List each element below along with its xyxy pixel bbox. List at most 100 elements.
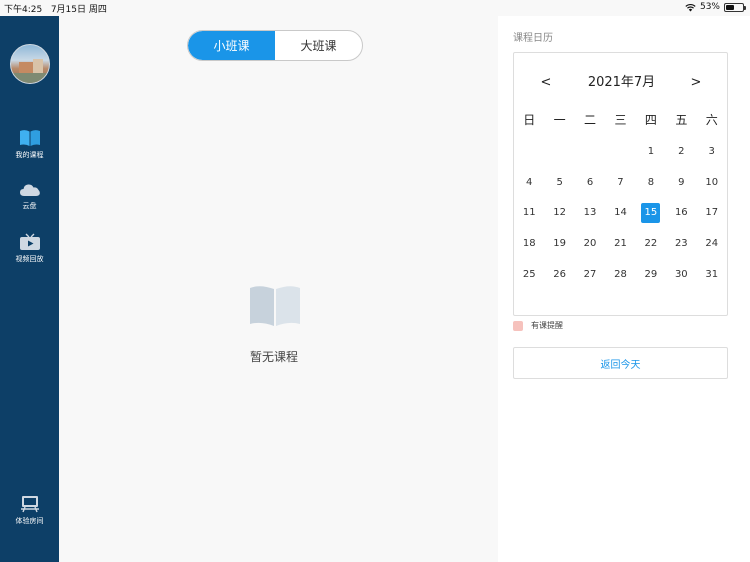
calendar-day[interactable]: 31: [697, 265, 727, 285]
calendar-day-label: 14: [614, 207, 627, 219]
status-time: 下午4:25: [4, 5, 43, 15]
calendar-day-label: 24: [705, 238, 719, 250]
calendar-day[interactable]: 6: [575, 173, 605, 193]
calendar-day[interactable]: 22: [636, 234, 666, 254]
calendar-legend: 有课提醒: [513, 320, 563, 331]
sidebar-item-label: 云盘: [22, 202, 37, 210]
calendar-day[interactable]: 30: [666, 265, 696, 285]
sidebar-item-trial-room[interactable]: 体验房间: [0, 495, 59, 526]
status-bar: 下午4:25 7月15日 周四 53%: [0, 0, 750, 16]
calendar-day-label: 16: [674, 207, 688, 219]
calendar-day[interactable]: 21: [605, 234, 635, 254]
calendar-day-label: 7: [617, 176, 624, 188]
status-date: 7月15日 周四: [50, 5, 107, 15]
weekday-label: 日: [523, 113, 536, 127]
calendar-day-label: 2: [678, 146, 685, 158]
calendar-day-label: 15: [641, 203, 661, 224]
calendar-month-label: 2021年7月: [587, 75, 656, 90]
calendar-day[interactable]: 18: [514, 234, 544, 254]
calendar-day[interactable]: 29: [636, 265, 666, 285]
weekday-row: 日 一 二 三 四 五 六: [514, 111, 727, 128]
calendar-day[interactable]: 16: [666, 203, 696, 223]
calendar-day[interactable]: 19: [544, 234, 574, 254]
calendar-day[interactable]: 9: [666, 173, 696, 193]
calendar-day-label: 19: [553, 238, 566, 250]
calendar-day-label: 23: [674, 238, 688, 250]
calendar-day[interactable]: 2: [666, 142, 696, 162]
weekday-label: 四: [644, 113, 657, 127]
calendar-day-label: 17: [705, 207, 719, 219]
sidebar-item-label: 体验房间: [15, 517, 44, 525]
tab-large-class[interactable]: 大班课: [275, 31, 362, 60]
calendar-day[interactable]: 17: [697, 203, 727, 223]
calendar: < 2021年7月 > 日 一 二 三 四 五 六 1 2 3 4 5 6 7 8 9 10 11 1…: [513, 52, 728, 316]
calendar-day-label: 18: [522, 238, 536, 250]
calendar-week-row: 1 2 3: [514, 137, 727, 168]
calendar-day[interactable]: 14: [605, 203, 635, 223]
calendar-day-empty: [514, 142, 544, 162]
weekday-label: 一: [553, 113, 566, 127]
calendar-day[interactable]: 13: [575, 203, 605, 223]
calendar-day[interactable]: 4: [514, 173, 544, 193]
sidebar-item-video-replay[interactable]: 视频回放: [0, 233, 59, 264]
tab-small-class[interactable]: 小班课: [188, 31, 275, 60]
back-to-today-button[interactable]: 返回今天: [513, 347, 728, 379]
calendar-week-row: 18 19 20 21 22 23 24: [514, 229, 727, 260]
sidebar-item-label: 视频回放: [15, 255, 44, 263]
calendar-day[interactable]: 20: [575, 234, 605, 254]
calendar-day[interactable]: 28: [605, 265, 635, 285]
avatar[interactable]: [10, 44, 50, 84]
calendar-day-empty: [575, 142, 605, 162]
calendar-grid: 1 2 3 4 5 6 7 8 9 10 11 12 13 14 15 16 17 18 19 20 21 22 23 24 2…: [514, 137, 727, 290]
next-month-button[interactable]: >: [686, 73, 706, 93]
weekday-label: 六: [705, 113, 718, 127]
calendar-day[interactable]: 10: [697, 173, 727, 193]
calendar-day-label: [611, 142, 630, 162]
calendar-week-row: 25 26 27 28 29 30 31: [514, 259, 727, 290]
calendar-title: 课程日历: [513, 33, 553, 44]
sidebar-item-my-courses[interactable]: 我的课程: [0, 129, 59, 160]
calendar-day[interactable]: 7: [605, 173, 635, 193]
calendar-day-label: 30: [674, 268, 688, 280]
calendar-day-label: 27: [583, 268, 597, 280]
calendar-day[interactable]: 23: [666, 234, 696, 254]
sidebar: 我的课程 云盘 视频回放 体验房间: [0, 16, 59, 562]
sidebar-item-label: 我的课程: [15, 151, 44, 159]
calendar-day[interactable]: 27: [575, 265, 605, 285]
calendar-day-label: 12: [553, 207, 566, 219]
calendar-day-label: 11: [522, 207, 536, 219]
legend-label: 有课提醒: [531, 321, 563, 330]
calendar-day[interactable]: 25: [514, 265, 544, 285]
book-icon: [19, 130, 40, 146]
calendar-day[interactable]: 15: [636, 203, 666, 224]
calendar-day[interactable]: 24: [697, 234, 727, 254]
calendar-day-label: 4: [526, 176, 533, 188]
calendar-day-empty: [605, 142, 635, 162]
calendar-day-label: 20: [583, 238, 597, 250]
calendar-day[interactable]: 26: [544, 265, 574, 285]
calendar-day[interactable]: 8: [636, 173, 666, 193]
calendar-day-label: [581, 142, 600, 162]
cloud-icon: [19, 184, 40, 196]
calendar-day-label: 8: [647, 176, 655, 188]
battery-fill: [726, 4, 735, 10]
calendar-week-row: 11 12 13 14 15 16 17: [514, 198, 727, 229]
calendar-day-label: 22: [644, 238, 658, 250]
weekday-label: 五: [675, 113, 688, 127]
sidebar-item-cloud[interactable]: 云盘: [0, 182, 59, 211]
empty-state-text: 暂无课程: [249, 350, 298, 364]
calendar-day-empty: [544, 142, 574, 162]
calendar-day-label: 28: [614, 268, 627, 280]
legend-swatch: [513, 320, 523, 331]
calendar-day[interactable]: 1: [636, 142, 666, 162]
calendar-day[interactable]: 12: [544, 203, 574, 223]
calendar-day[interactable]: 5: [544, 173, 574, 193]
calendar-day[interactable]: 11: [514, 203, 544, 223]
calendar-day-label: [550, 142, 569, 162]
calendar-day-label: 13: [583, 207, 597, 219]
calendar-day[interactable]: 3: [697, 142, 727, 162]
calendar-day-label: 9: [678, 176, 685, 188]
prev-month-button[interactable]: <: [536, 73, 556, 93]
main-content: 小班课 大班课 暂无课程: [59, 16, 498, 562]
calendar-day-label: 3: [708, 146, 715, 158]
